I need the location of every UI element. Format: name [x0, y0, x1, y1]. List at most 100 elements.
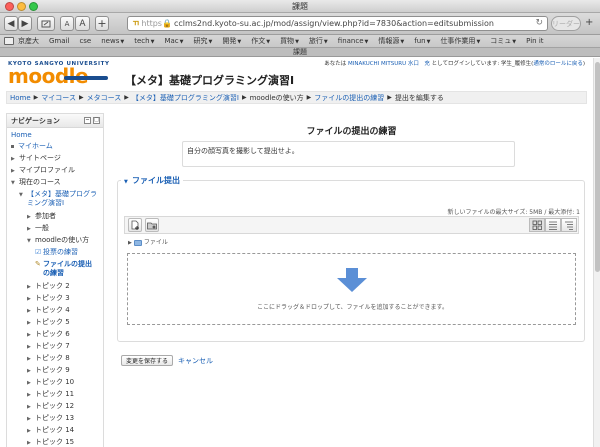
bookmark-item[interactable]: news▼ — [101, 37, 124, 45]
breadcrumb-item: 提出を編集する — [394, 93, 444, 102]
nav-topic[interactable]: ▶ トピック 4 — [27, 306, 70, 316]
create-folder-button[interactable] — [145, 218, 159, 232]
nav-my-home[interactable]: マイホーム — [11, 142, 53, 151]
block-hide-icon[interactable]: □ — [93, 117, 100, 124]
bookmark-label: 情報源 — [378, 37, 400, 45]
reload-icon[interactable]: ↻ — [535, 18, 543, 28]
return-role-link[interactable]: 通常のロールに戻る — [533, 61, 583, 67]
bookmark-item[interactable]: 京産大 — [18, 36, 39, 46]
bookmark-item[interactable]: fun▼ — [414, 37, 430, 45]
cancel-link[interactable]: キャンセル — [178, 356, 213, 366]
bookmarks-book-icon[interactable] — [4, 37, 14, 45]
nav-topic[interactable]: ▶ トピック 10 — [27, 378, 74, 388]
nav-topic[interactable]: ▶ トピック 3 — [27, 294, 70, 304]
view-details-button[interactable] — [545, 218, 561, 232]
view-icons-button[interactable] — [529, 218, 545, 232]
bookmark-item[interactable]: cse — [79, 37, 91, 45]
chevron-down-icon: ▼ — [426, 39, 431, 45]
view-tree-button[interactable] — [561, 218, 577, 232]
nav-course-line2[interactable]: ミング演習I — [27, 199, 64, 208]
bookmark-item[interactable]: tech▼ — [134, 37, 154, 45]
bookmark-item[interactable]: Gmail — [49, 37, 69, 45]
bookmark-item[interactable]: 仕事作業用▼ — [440, 36, 480, 46]
back-button[interactable]: ◀ — [4, 16, 18, 31]
chevron-down-icon: ▼ — [476, 39, 481, 45]
nav-file-practice[interactable]: ✎ ファイルの提出 — [35, 260, 92, 269]
bookmark-label: 仕事作業用 — [440, 37, 476, 45]
bookmark-item[interactable]: Pin it — [526, 37, 543, 45]
forward-button[interactable]: ▶ — [18, 16, 32, 31]
scrollbar-thumb[interactable] — [595, 62, 600, 272]
nav-general[interactable]: ▶ 一般 — [27, 224, 49, 234]
site-header: KYOTO SANGYO UNIVERSITY moodle あなたは MINA… — [0, 58, 593, 88]
page-scrollbar[interactable] — [593, 58, 600, 447]
nav-course-label-line2: ミング演習I — [27, 199, 65, 207]
file-drop-zone[interactable]: ここにドラッグ＆ドロップして、ファイルを追加することができます。 — [127, 253, 576, 325]
bookmark-item[interactable]: 作文▼ — [251, 36, 270, 46]
block-dock-icon[interactable]: − — [84, 117, 91, 124]
chevron-down-icon: ▼ — [179, 39, 184, 45]
login-middle: としてログインしています: 学生_履修生( — [431, 61, 534, 67]
bookmark-label: 研究 — [193, 37, 208, 45]
nav-current-course[interactable]: ▼ 現在のコース — [11, 178, 61, 188]
font-smaller-button[interactable]: A — [60, 16, 74, 31]
nav-file-practice-line2[interactable]: の練習 — [43, 269, 64, 278]
address-bar[interactable]: ㄲ https 🔒 cclms2nd.kyoto-su.ac.jp/mod/as… — [127, 16, 548, 31]
nav-participants[interactable]: ▶ 参加者 — [27, 212, 56, 222]
nav-topic[interactable]: ▶ トピック 11 — [27, 390, 74, 400]
nav-site-pages[interactable]: ▶ サイトページ — [11, 154, 61, 164]
bookmark-item[interactable]: 買物▼ — [280, 36, 299, 46]
triangle-right-icon: ▶ — [27, 214, 31, 220]
nav-topic[interactable]: ▶ トピック 8 — [27, 354, 70, 364]
file-submission-legend[interactable]: ▼ ファイル提出 — [121, 175, 183, 186]
moodle-logo[interactable]: KYOTO SANGYO UNIVERSITY moodle — [8, 61, 110, 86]
reader-button[interactable]: リーダー — [551, 16, 581, 31]
nav-topic[interactable]: ▶ トピック 13 — [27, 414, 74, 424]
bookmark-item[interactable]: 研究▼ — [193, 36, 212, 46]
bookmark-item[interactable]: finance▼ — [338, 37, 369, 45]
triangle-right-icon: ▶ — [27, 344, 31, 350]
drop-zone-text: ここにドラッグ＆ドロップして、ファイルを追加することができます。 — [257, 304, 448, 311]
filemanager-path[interactable]: ▶ ファイル — [124, 238, 579, 248]
font-larger-button[interactable]: A — [75, 16, 90, 31]
nav-moodle-usage-label: moodleの使い方 — [35, 236, 90, 244]
tab-title[interactable]: 課題 — [293, 48, 307, 56]
nav-vote-practice[interactable]: ☑ 投票の練習 — [35, 248, 78, 257]
nav-moodle-usage[interactable]: ▼ moodleの使い方 — [27, 236, 89, 246]
bookmark-item[interactable]: コミュ▼ — [490, 36, 516, 46]
nav-topic[interactable]: ▶ トピック 5 — [27, 318, 70, 328]
browser-toolbar: ◀ ▶ A A + ㄲ https 🔒 cclms2nd.kyoto-su.ac… — [0, 13, 600, 35]
login-user-link[interactable]: MINAKUCHI MITSURU 水口 充 — [348, 61, 430, 67]
add-file-button[interactable] — [128, 218, 142, 232]
breadcrumb-item[interactable]: ファイルの提出の練習 — [314, 93, 384, 103]
save-changes-button[interactable]: 変更を保存する — [121, 355, 174, 366]
add-bookmark-icon[interactable]: + — [585, 17, 593, 28]
add-file-icon — [131, 220, 139, 230]
triangle-down-icon: ▼ — [124, 179, 128, 185]
chevron-down-icon: ▼ — [364, 39, 369, 45]
bookmark-item[interactable]: 情報源▼ — [378, 36, 404, 46]
breadcrumb-item[interactable]: マイコース — [41, 93, 76, 103]
breadcrumb-item[interactable]: 【メタ】基礎プログラミング演習I — [132, 93, 239, 103]
bookmark-label: 作文 — [251, 37, 266, 45]
breadcrumb-item[interactable]: メタコース — [87, 93, 122, 103]
nav-topic[interactable]: ▶ トピック 7 — [27, 342, 70, 352]
nav-topic-label: トピック 2 — [35, 282, 70, 290]
chevron-down-icon: ▼ — [400, 39, 405, 45]
bookmark-item[interactable]: 開発▼ — [222, 36, 241, 46]
new-tab-button[interactable]: + — [95, 16, 109, 31]
bookmark-item[interactable]: Mac▼ — [164, 37, 183, 45]
assignment-title: ファイルの提出の練習 — [306, 127, 397, 137]
chevron-down-icon: ▼ — [150, 39, 155, 45]
nav-topic[interactable]: ▶ トピック 15 — [27, 438, 74, 447]
bookmark-item[interactable]: 旅行▼ — [309, 36, 328, 46]
nav-topic[interactable]: ▶ トピック 14 — [27, 426, 74, 436]
share-button[interactable] — [37, 16, 55, 31]
nav-topic[interactable]: ▶ トピック 12 — [27, 402, 74, 412]
breadcrumb-item[interactable]: Home — [10, 94, 31, 102]
nav-topic[interactable]: ▶ トピック 6 — [27, 330, 70, 340]
nav-my-profile[interactable]: ▶ マイプロファイル — [11, 166, 75, 176]
nav-topic[interactable]: ▶ トピック 2 — [27, 282, 70, 292]
nav-home[interactable]: Home — [11, 131, 32, 140]
nav-topic[interactable]: ▶ トピック 9 — [27, 366, 70, 376]
